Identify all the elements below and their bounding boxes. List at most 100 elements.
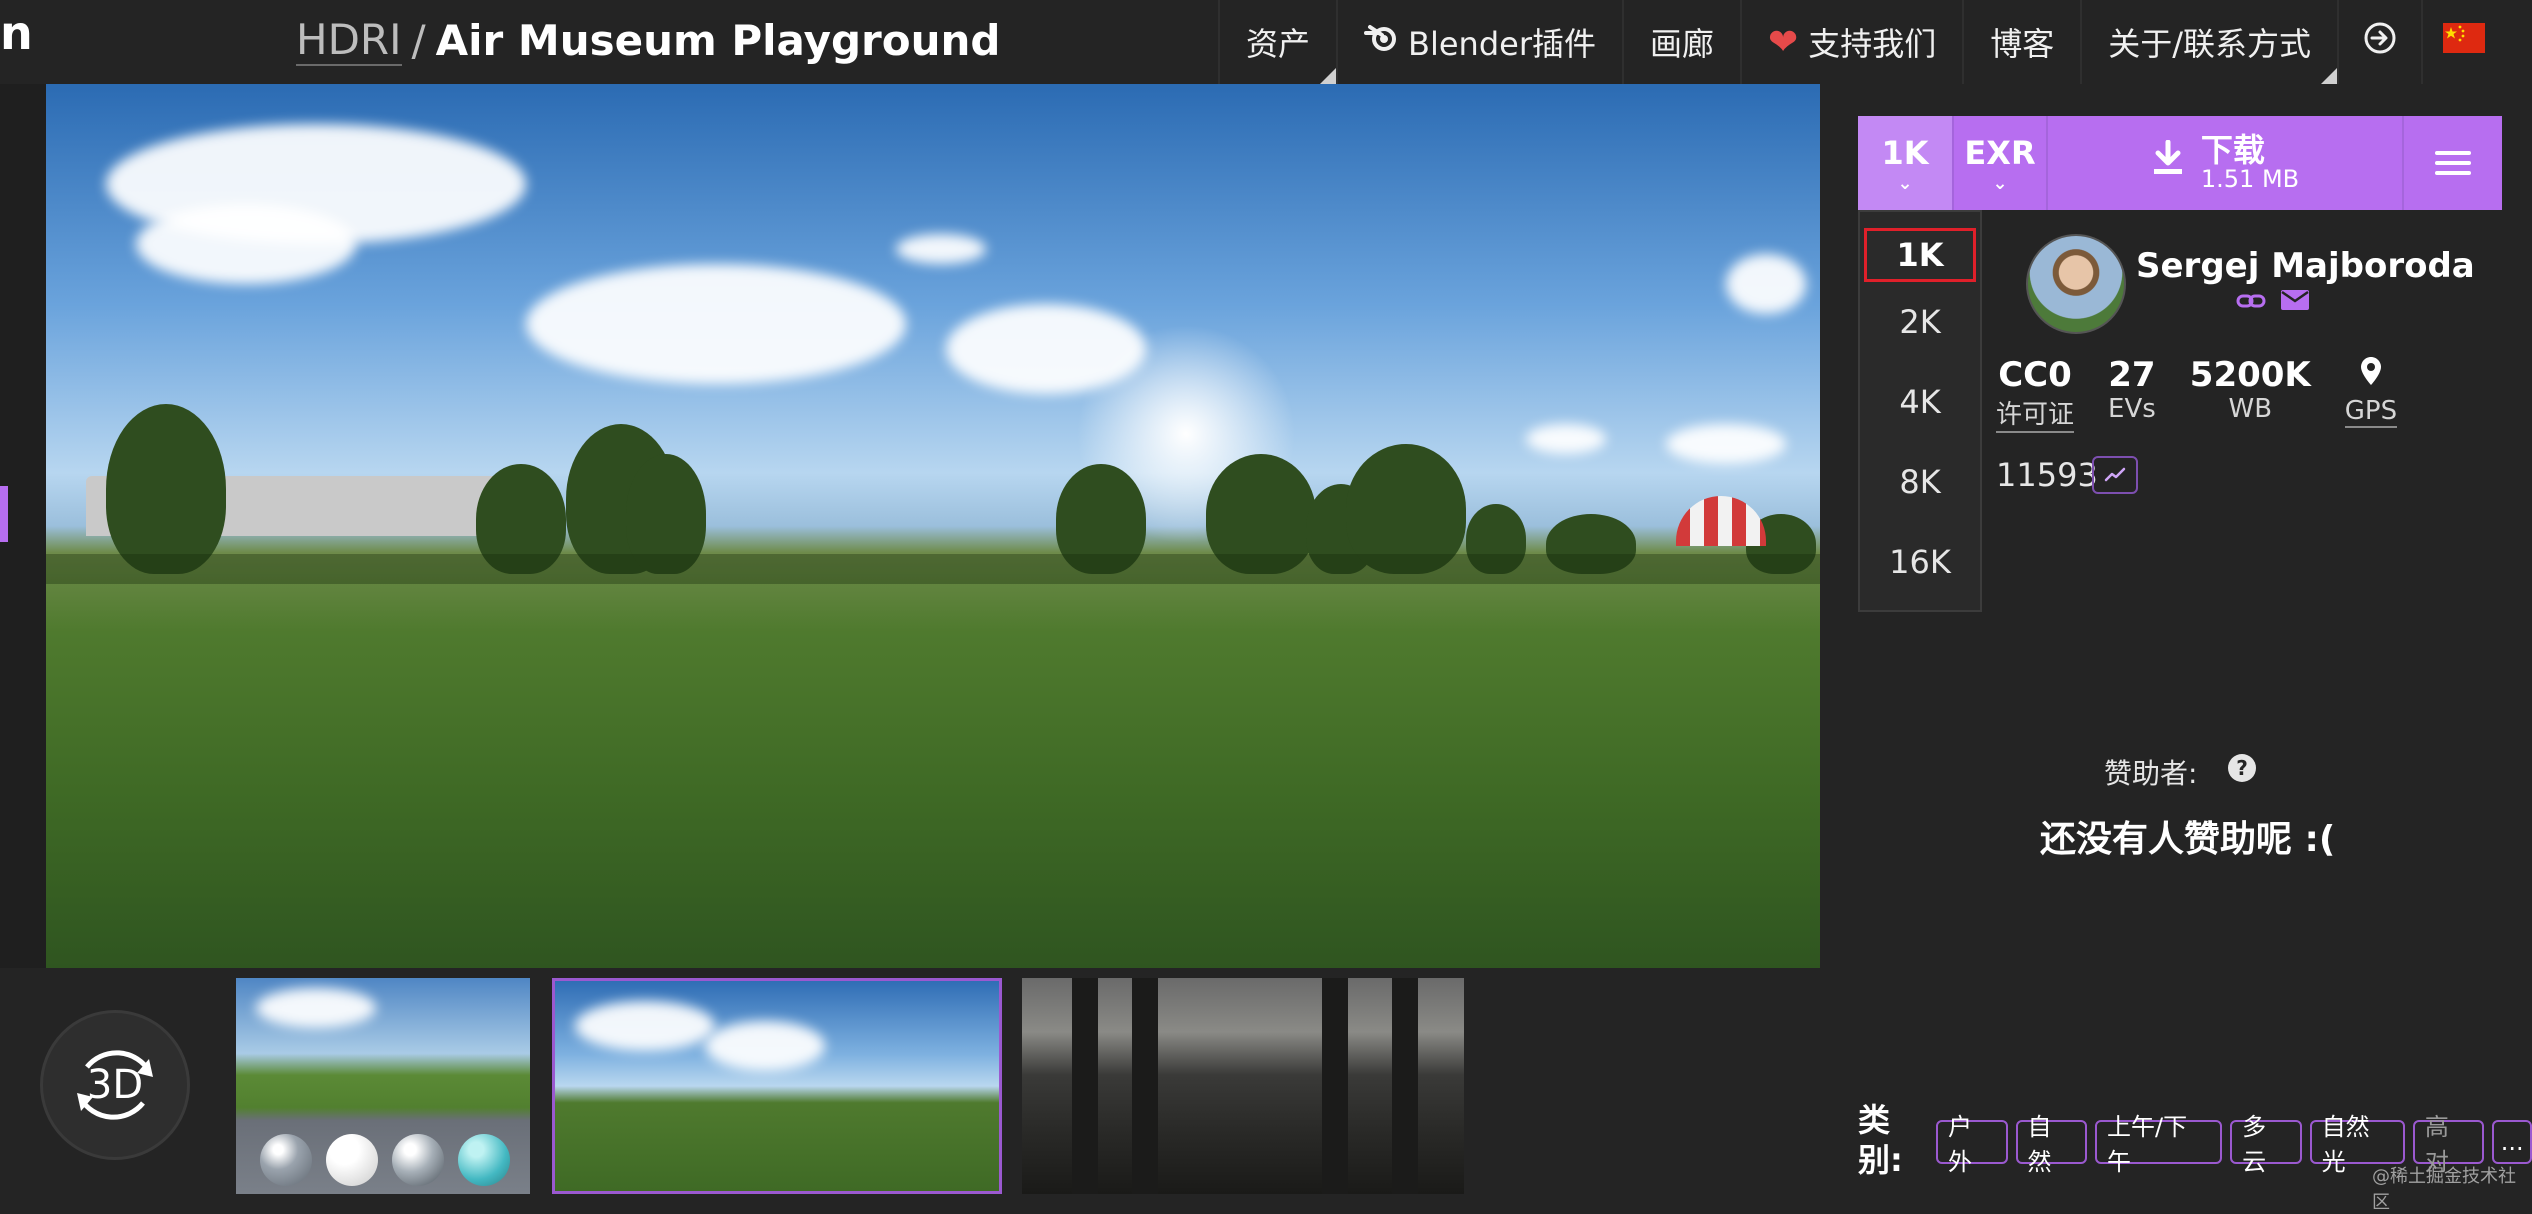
tags-more-button[interactable]: ... [2492, 1120, 2532, 1164]
download-bar: 1K ⌄ EXR ⌄ 下载 1.51 MB [1858, 116, 2504, 210]
stat-wb-value: 5200K [2189, 355, 2311, 395]
stat-evs-label: EVs [2108, 394, 2156, 424]
column [1322, 978, 1348, 1194]
breadcrumb-separator: / [411, 15, 426, 65]
login-icon [2363, 21, 2397, 63]
no-sponsors-text: 还没有人赞助呢 :( [2040, 819, 2336, 860]
blender-icon [1364, 23, 1398, 61]
ground-shadow [46, 554, 1820, 584]
asset-id-number: 11593 [1996, 456, 2098, 494]
teal-ball [458, 1134, 510, 1186]
tag-high-contrast[interactable]: 高对 [2412, 1113, 2485, 1176]
chrome-ball [260, 1134, 312, 1186]
breadcrumb-hdri-link[interactable]: HDRI [296, 15, 402, 66]
page-title: Air Museum Playground [435, 15, 1001, 65]
nav-blog[interactable]: 博客 [1962, 0, 2080, 84]
tag-nature[interactable]: 自然 [2015, 1113, 2088, 1176]
stat-gps-label: GPS [2344, 396, 2398, 428]
tag-natural-light[interactable]: 自然光 [2309, 1113, 2405, 1176]
cloud [575, 1001, 715, 1051]
view-3d-label: 3D [86, 1062, 144, 1108]
column [1392, 978, 1418, 1194]
link-icon[interactable] [2236, 288, 2266, 318]
tag-outdoor[interactable]: 户外 [1936, 1113, 2008, 1176]
nav-support-us-label: 支持我们 [1808, 25, 1937, 63]
resolution-option-4k[interactable]: 4K [1860, 362, 1980, 442]
resolution-option-2k[interactable]: 2K [1860, 282, 1980, 362]
author-links [2236, 288, 2310, 318]
language-selector[interactable] [2421, 0, 2505, 84]
sidebar-active-indicator[interactable] [0, 486, 8, 542]
hamburger-menu-icon [2435, 151, 2471, 175]
top-bar: n HDRI / Air Museum Playground 资产 Blende… [0, 0, 2532, 84]
cloud [1666, 424, 1786, 464]
cloud [896, 234, 986, 264]
chevron-down-icon: ⌄ [1992, 173, 2008, 194]
stat-gps[interactable]: GPS [2344, 356, 2398, 433]
stat-license-label: 许可证 [1996, 394, 2075, 433]
main-nav: 资产 Blender插件 画廊 ❤ 支持我们 博客 关于/联系方式 [1218, 0, 2505, 84]
more-options-button[interactable] [2404, 116, 2502, 210]
cloud [256, 988, 376, 1028]
download-label: 下载 [2200, 131, 2265, 169]
nav-gallery-label: 画廊 [1650, 25, 1715, 63]
column [1132, 978, 1158, 1194]
thumbnail-panorama-selected[interactable] [552, 978, 1002, 1194]
view-3d-button[interactable]: 3D [40, 1010, 190, 1160]
login-button[interactable] [2337, 0, 2421, 84]
resolution-option-8k[interactable]: 8K [1860, 442, 1980, 522]
resolution-menu: 1K 2K 4K 8K 16K [1858, 210, 1982, 612]
stat-license-value: CC0 [1998, 355, 2072, 395]
dropdown-corner-icon [2321, 68, 2338, 84]
tag-morning-afternoon[interactable]: 上午/下午 [2095, 1113, 2223, 1176]
nav-about-contact[interactable]: 关于/联系方式 [2080, 0, 2338, 84]
tag-cloudy[interactable]: 多云 [2230, 1113, 2302, 1176]
sponsors-label: 赞助者: [2104, 757, 2198, 790]
china-flag-icon [2443, 23, 2486, 61]
hdri-preview-image[interactable] [46, 84, 1820, 968]
thumbnail-cloister[interactable] [1022, 978, 1464, 1194]
column [1072, 978, 1098, 1194]
author-avatar[interactable] [2026, 234, 2126, 334]
download-button[interactable]: 下载 1.51 MB [2048, 116, 2404, 210]
map-pin-icon [2345, 356, 2397, 396]
resolution-option-1k[interactable]: 1K [1864, 228, 1976, 282]
trend-line-icon [2104, 467, 2126, 482]
nav-gallery[interactable]: 画廊 [1622, 0, 1740, 84]
nav-about-contact-label: 关于/联系方式 [2108, 25, 2312, 63]
cloud [1726, 254, 1806, 314]
stat-evs: 27 EVs [2108, 356, 2156, 433]
chevron-down-icon: ⌄ [1897, 173, 1913, 194]
author-name[interactable]: Sergej Majboroda [2136, 246, 2475, 286]
dropdown-corner-icon [1320, 68, 1337, 84]
download-icon [2151, 139, 2185, 186]
cloud [1526, 424, 1606, 454]
site-logo-fragment[interactable]: n [0, 6, 33, 60]
stat-white-balance: 5200K WB [2190, 356, 2311, 433]
cloud [136, 204, 356, 284]
stats-trend-button[interactable] [2092, 456, 2138, 494]
email-icon[interactable] [2280, 288, 2310, 318]
nav-support-us[interactable]: ❤ 支持我们 [1740, 0, 1962, 84]
resolution-value: 1K [1881, 134, 1929, 172]
mirror-ball [392, 1134, 444, 1186]
watermark: @稀土掘金技术社区 [2372, 1166, 2516, 1213]
cloud [705, 1021, 825, 1071]
tree [106, 404, 226, 574]
resolution-dropdown[interactable]: 1K ⌄ [1858, 116, 1954, 210]
help-icon[interactable]: ? [2228, 754, 2256, 782]
nav-assets-label: 资产 [1246, 25, 1311, 63]
heart-icon: ❤ [1768, 21, 1799, 63]
breadcrumb: HDRI / Air Museum Playground [296, 10, 1000, 70]
format-dropdown[interactable]: EXR ⌄ [1954, 116, 2048, 210]
resolution-option-16k[interactable]: 16K [1860, 522, 1980, 602]
download-size: 1.51 MB [2200, 165, 2300, 193]
asset-stats: CC0 许可证 27 EVs 5200K WB GPS [1996, 355, 2398, 433]
stat-evs-value: 27 [2108, 355, 2156, 395]
stat-wb-label: WB [2228, 394, 2273, 424]
format-value: EXR [1964, 134, 2036, 172]
nav-assets[interactable]: 资产 [1218, 0, 1337, 84]
white-ball [326, 1134, 378, 1186]
nav-blender-addon[interactable]: Blender插件 [1336, 0, 1622, 84]
stat-license[interactable]: CC0 许可证 [1996, 355, 2075, 433]
